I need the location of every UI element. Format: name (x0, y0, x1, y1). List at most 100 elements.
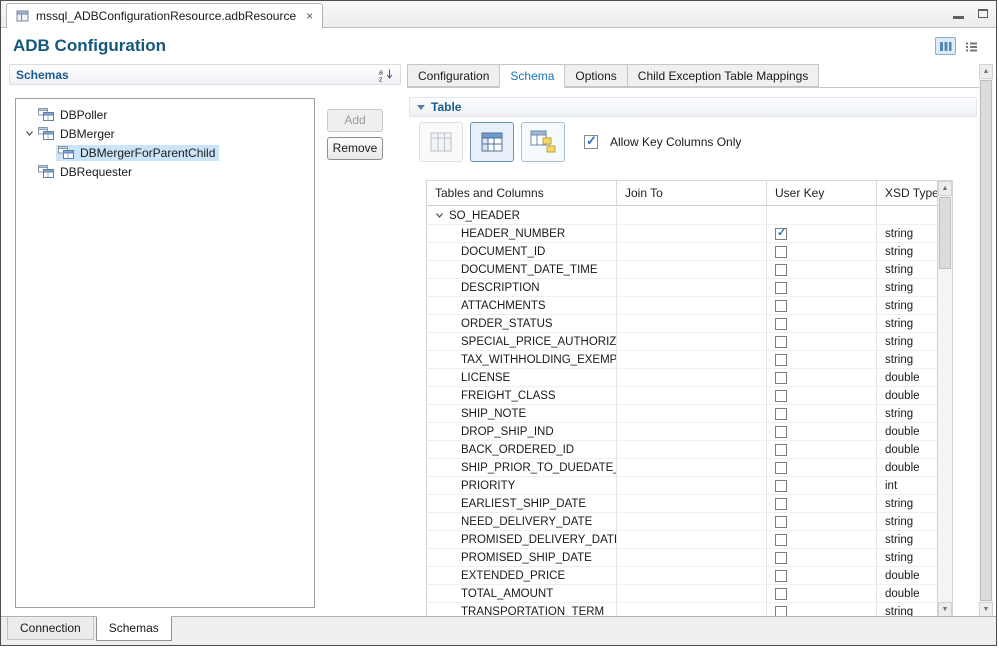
page-scrollbar-thumb[interactable] (980, 80, 992, 601)
join-to-cell[interactable] (617, 531, 767, 548)
table-group-row[interactable]: SO_HEADER (427, 207, 937, 225)
bottom-tab-connection[interactable]: Connection (7, 617, 94, 640)
user-key-checkbox[interactable] (775, 569, 787, 582)
page-scroll-up-icon[interactable]: ▲ (979, 64, 993, 79)
table-row[interactable]: PRIORITY int (427, 477, 937, 495)
table-mapping-button[interactable] (521, 122, 565, 162)
join-to-cell[interactable] (617, 369, 767, 386)
join-to-cell[interactable] (617, 423, 767, 440)
join-to-cell[interactable] (617, 387, 767, 404)
join-to-cell[interactable] (617, 261, 767, 278)
join-to-cell[interactable] (617, 279, 767, 296)
table-row[interactable]: NEED_DELIVERY_DATE string (427, 513, 937, 531)
user-key-checkbox[interactable] (775, 226, 787, 240)
table-scroll-up-icon[interactable]: ▲ (938, 181, 952, 196)
table-row[interactable]: DOCUMENT_ID string (427, 243, 937, 261)
col-header-user-key[interactable]: User Key (767, 181, 877, 205)
table-row[interactable]: SHIP_NOTE string (427, 405, 937, 423)
column-select-button[interactable] (419, 122, 463, 162)
table-row[interactable]: TAX_WITHHOLDING_EXEMP string (427, 351, 937, 369)
user-key-checkbox[interactable] (775, 497, 787, 510)
join-to-cell[interactable] (617, 477, 767, 494)
user-key-checkbox[interactable] (775, 371, 787, 384)
join-to-cell[interactable] (617, 549, 767, 566)
allow-key-checkbox[interactable] (584, 133, 598, 149)
tab-options[interactable]: Options (564, 64, 628, 87)
col-header-tables-and-columns[interactable]: Tables and Columns (427, 181, 617, 205)
col-header-join-to[interactable]: Join To (617, 181, 767, 205)
user-key-checkbox[interactable] (775, 335, 787, 348)
user-key-checkbox[interactable] (775, 515, 787, 528)
editor-tab[interactable]: mssql_ADBConfigurationResource.adbResour… (6, 3, 324, 28)
user-key-checkbox[interactable] (775, 461, 787, 474)
tree-item-dbmergerforparentchild[interactable]: DBMergerForParentChild (16, 143, 314, 162)
join-to-cell[interactable] (617, 351, 767, 368)
join-to-cell[interactable] (617, 585, 767, 602)
table-row[interactable]: ATTACHMENTS string (427, 297, 937, 315)
user-key-checkbox[interactable] (775, 317, 787, 330)
table-section-header[interactable]: Table (409, 97, 977, 117)
join-to-cell[interactable] (617, 513, 767, 530)
table-row[interactable]: FREIGHT_CLASS double (427, 387, 937, 405)
remove-button[interactable]: Remove (327, 137, 383, 160)
table-row[interactable]: HEADER_NUMBER string (427, 225, 937, 243)
bottom-tab-schemas[interactable]: Schemas (95, 616, 172, 641)
join-to-cell[interactable] (617, 441, 767, 458)
table-row[interactable]: BACK_ORDERED_ID double (427, 441, 937, 459)
page-scroll-down-icon[interactable]: ▼ (979, 602, 993, 617)
user-key-checkbox[interactable] (775, 551, 787, 564)
tab-schema[interactable]: Schema (499, 64, 566, 88)
tab-child-exception-table-mappings[interactable]: Child Exception Table Mappings (626, 64, 820, 87)
user-key-checkbox[interactable] (775, 245, 787, 258)
user-key-checkbox[interactable] (775, 299, 787, 312)
table-scrollbar[interactable]: ▲ ▼ (937, 181, 952, 617)
tab-configuration[interactable]: Configuration (407, 64, 501, 87)
page-scrollbar[interactable]: ▲ ▼ (979, 64, 993, 617)
join-to-cell[interactable] (617, 405, 767, 422)
user-key-checkbox[interactable] (775, 587, 787, 600)
table-scroll-down-icon[interactable]: ▼ (938, 602, 952, 617)
table-scrollbar-thumb[interactable] (939, 197, 951, 269)
table-row[interactable]: PROMISED_DELIVERY_DATE string (427, 531, 937, 549)
join-to-cell[interactable] (617, 225, 767, 242)
join-to-cell[interactable] (617, 459, 767, 476)
tree-item-dbmerger[interactable]: DBMerger (16, 124, 314, 143)
tree-item-dbpoller[interactable]: DBPoller (16, 105, 314, 124)
join-to-cell[interactable] (617, 243, 767, 260)
join-to-cell[interactable] (617, 315, 767, 332)
user-key-checkbox[interactable] (775, 443, 787, 456)
table-row[interactable]: DROP_SHIP_IND double (427, 423, 937, 441)
table-row[interactable]: EARLIEST_SHIP_DATE string (427, 495, 937, 513)
user-key-checkbox[interactable] (775, 353, 787, 366)
table-row[interactable]: SHIP_PRIOR_TO_DUEDATE_I double (427, 459, 937, 477)
add-button[interactable]: Add (327, 109, 383, 132)
table-row[interactable]: DESCRIPTION string (427, 279, 937, 297)
schema-tree[interactable]: DBPoller DBMerger DBMergerForParentChild (15, 98, 315, 608)
list-view-icon[interactable] (961, 37, 982, 55)
table-row[interactable]: TOTAL_AMOUNT double (427, 585, 937, 603)
expand-icon[interactable] (435, 211, 444, 220)
join-to-cell[interactable] (617, 495, 767, 512)
user-key-checkbox[interactable] (775, 389, 787, 402)
minimize-icon[interactable] (953, 16, 964, 19)
join-to-cell[interactable] (617, 333, 767, 350)
join-to-cell[interactable] (617, 603, 767, 617)
join-to-cell[interactable] (617, 297, 767, 314)
user-key-checkbox[interactable] (775, 281, 787, 294)
sort-alphabetical-icon[interactable]: az (379, 68, 394, 82)
close-tab-icon[interactable]: × (306, 9, 313, 23)
table-row[interactable]: DOCUMENT_DATE_TIME string (427, 261, 937, 279)
key-columns-button[interactable] (470, 122, 514, 162)
join-to-cell[interactable] (617, 567, 767, 584)
table-row[interactable]: LICENSE double (427, 369, 937, 387)
details-view-icon[interactable] (935, 37, 956, 55)
table-row[interactable]: EXTENDED_PRICE double (427, 567, 937, 585)
tree-item-dbrequester[interactable]: DBRequester (16, 162, 314, 181)
section-collapse-icon[interactable] (417, 104, 425, 110)
user-key-checkbox[interactable] (775, 425, 787, 438)
table-row[interactable]: SPECIAL_PRICE_AUTHORIZA string (427, 333, 937, 351)
maximize-icon[interactable] (978, 9, 988, 18)
user-key-checkbox[interactable] (775, 479, 787, 492)
table-row[interactable]: TRANSPORTATION_TERM string (427, 603, 937, 617)
user-key-checkbox[interactable] (775, 263, 787, 276)
